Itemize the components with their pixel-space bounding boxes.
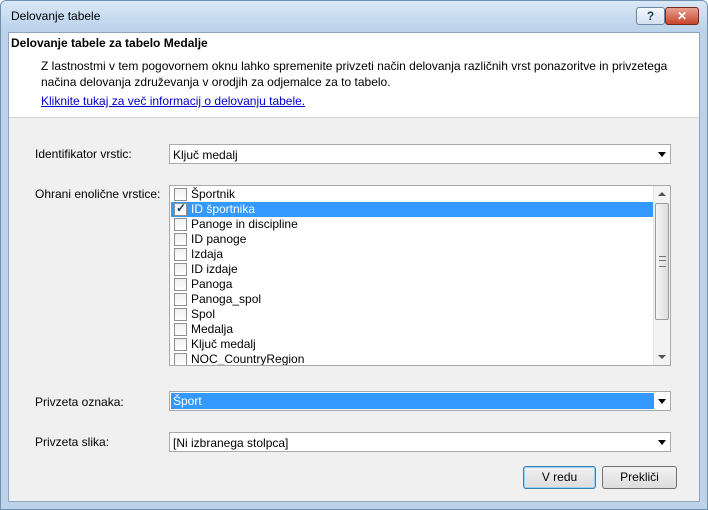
checkbox[interactable]: ✓: [174, 201, 187, 216]
default-image-label: Privzeta slika:: [35, 435, 110, 449]
chevron-down-icon: [658, 152, 666, 157]
list-item-label: ID panoge: [191, 232, 247, 246]
scroll-up-icon[interactable]: [654, 186, 670, 202]
list-item[interactable]: Panoga: [171, 277, 654, 292]
list-item-label: Panoge in discipline: [191, 217, 298, 231]
checkbox[interactable]: [174, 308, 187, 321]
checkbox[interactable]: [174, 263, 187, 276]
list-item-label: Spol: [191, 307, 216, 321]
default-image-dropdown[interactable]: [Ni izbranega stolpca]: [169, 432, 671, 452]
window-title: Delovanje tabele: [11, 9, 101, 23]
list-item-label: Ključ medalj: [191, 337, 256, 351]
keep-unique-listbox[interactable]: Športnik ✓ ID športnika Panoge in disciplin…: [169, 185, 671, 366]
default-image-value: [Ni izbranega stolpca]: [173, 436, 289, 450]
ok-button[interactable]: V redu: [523, 466, 596, 489]
row-identifier-label: Identifikator vrstic:: [35, 147, 132, 161]
help-icon: ?: [646, 9, 655, 23]
more-info-link[interactable]: Kliknite tukaj za več informacij o delov…: [41, 94, 305, 108]
list-item[interactable]: ID izdaje: [171, 262, 654, 277]
list-item[interactable]: ID panoge: [171, 232, 654, 247]
chevron-down-icon: [658, 399, 666, 404]
checkmark-icon: ✓: [176, 201, 187, 215]
list-item[interactable]: Panoge in discipline: [171, 217, 654, 232]
row-identifier-value: Ključ medalj: [173, 148, 238, 162]
grip-icon: [659, 256, 666, 267]
list-item[interactable]: Ključ medalj: [171, 337, 654, 352]
chevron-down-icon: [658, 440, 666, 445]
dialog-window: Delovanje tabele ? ✕ Delovanje tabele za…: [0, 0, 708, 510]
checkbox[interactable]: [174, 233, 187, 246]
default-label-value: Šport: [171, 393, 654, 409]
checkbox[interactable]: [174, 218, 187, 231]
list-item-label: ID športnika: [191, 202, 256, 216]
scroll-down-icon[interactable]: [654, 349, 670, 365]
list-item[interactable]: Panoga_spol: [171, 292, 654, 307]
list-item[interactable]: Športnik: [171, 187, 654, 202]
list-item[interactable]: Medalja: [171, 322, 654, 337]
list-item[interactable]: NOC_CountryRegion: [171, 352, 654, 366]
list-item-label: ID izdaje: [191, 262, 238, 276]
checkbox[interactable]: [174, 188, 187, 201]
checkbox[interactable]: [174, 323, 187, 336]
checkbox[interactable]: [174, 338, 187, 351]
list-item[interactable]: Spol: [171, 307, 654, 322]
checkbox[interactable]: [174, 353, 187, 365]
header-title: Delovanje tabele za tabelo Medalje: [11, 36, 208, 50]
help-button[interactable]: ?: [636, 7, 665, 25]
header-description: Z lastnostmi v tem pogovornem oknu lahko…: [41, 59, 668, 89]
checkbox[interactable]: [174, 248, 187, 261]
scroll-thumb[interactable]: [655, 203, 669, 320]
close-icon: ✕: [676, 9, 688, 23]
default-label-dropdown[interactable]: Šport: [169, 391, 671, 411]
row-identifier-dropdown[interactable]: Ključ medalj: [169, 144, 671, 164]
list-item[interactable]: Izdaja: [171, 247, 654, 262]
default-label-label: Privzeta oznaka:: [35, 395, 124, 409]
checkbox[interactable]: [174, 278, 187, 291]
list-item-label: Medalja: [191, 322, 234, 336]
title-bar[interactable]: Delovanje tabele ? ✕: [1, 1, 707, 32]
keep-unique-label: Ohrani enolične vrstice:: [35, 187, 161, 201]
list-item-label: Športnik: [191, 187, 236, 201]
vertical-scrollbar[interactable]: [653, 186, 670, 365]
checkbox[interactable]: [174, 293, 187, 306]
list-item-label: Panoga_spol: [191, 292, 262, 306]
list-item-label: Izdaja: [191, 247, 224, 261]
list-item[interactable]: ✓ ID športnika: [171, 201, 654, 217]
close-button[interactable]: ✕: [665, 7, 699, 25]
dialog-body: Delovanje tabele za tabelo Medalje Z las…: [8, 32, 700, 502]
list-item-label: NOC_CountryRegion: [191, 352, 305, 366]
cancel-button[interactable]: Prekliči: [602, 466, 677, 489]
list-item-label: Panoga: [191, 277, 233, 291]
header-panel: Delovanje tabele za tabelo Medalje Z las…: [9, 33, 699, 118]
